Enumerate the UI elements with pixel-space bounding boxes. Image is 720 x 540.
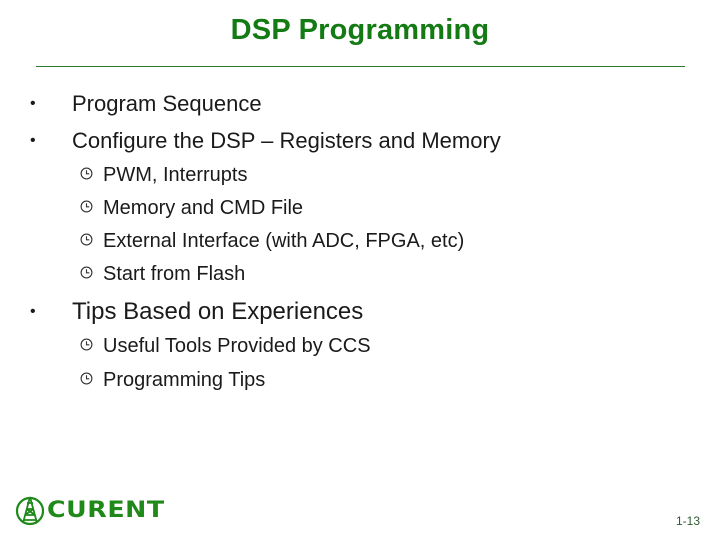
title-divider xyxy=(36,66,685,67)
clock-bullet-icon xyxy=(80,167,103,180)
bullet-text: Tips Based on Experiences xyxy=(72,298,364,325)
sub-bullet-text: Programming Tips xyxy=(103,369,266,391)
sub-bullet-text: Memory and CMD File xyxy=(103,197,304,219)
bullet-item: • Configure the DSP – Registers and Memor… xyxy=(28,128,501,154)
sub-bullet-text: PWM, Interrupts xyxy=(103,164,248,186)
bullet-icon: • xyxy=(30,303,36,320)
sub-bullet-item: Useful Tools Provided by CCS xyxy=(80,335,371,358)
sub-bullet-text: External Interface (with ADC, FPGA, etc) xyxy=(103,230,465,252)
page-number: 1-13 xyxy=(675,514,700,528)
sub-bullet-item: Programming Tips xyxy=(80,369,265,392)
sub-bullet-item: Start from Flash xyxy=(80,263,245,286)
bullet-icon: • xyxy=(30,132,36,149)
bullet-item: • Program Sequence xyxy=(28,91,262,117)
bullet-icon: • xyxy=(30,95,36,112)
clock-bullet-icon xyxy=(80,233,103,246)
bullet-item: • Tips Based on Experiences xyxy=(28,298,363,326)
slide-title: DSP Programming xyxy=(230,14,490,46)
logo-text: CURENT xyxy=(47,497,165,523)
bullet-text: Configure the DSP – Registers and Memory xyxy=(72,128,501,153)
sub-bullet-text: Start from Flash xyxy=(103,263,246,285)
tower-globe-icon xyxy=(15,496,45,526)
clock-bullet-icon xyxy=(80,200,103,213)
sub-bullet-text: Useful Tools Provided by CCS xyxy=(103,335,371,357)
bullet-text: Program Sequence xyxy=(72,91,262,116)
clock-bullet-icon xyxy=(80,338,103,351)
sub-bullet-item: PWM, Interrupts xyxy=(80,164,247,187)
clock-bullet-icon xyxy=(80,266,103,279)
curent-logo: CURENT xyxy=(14,494,164,526)
sub-bullet-item: External Interface (with ADC, FPGA, etc) xyxy=(80,230,464,253)
sub-bullet-item: Memory and CMD File xyxy=(80,197,303,220)
clock-bullet-icon xyxy=(80,372,103,385)
